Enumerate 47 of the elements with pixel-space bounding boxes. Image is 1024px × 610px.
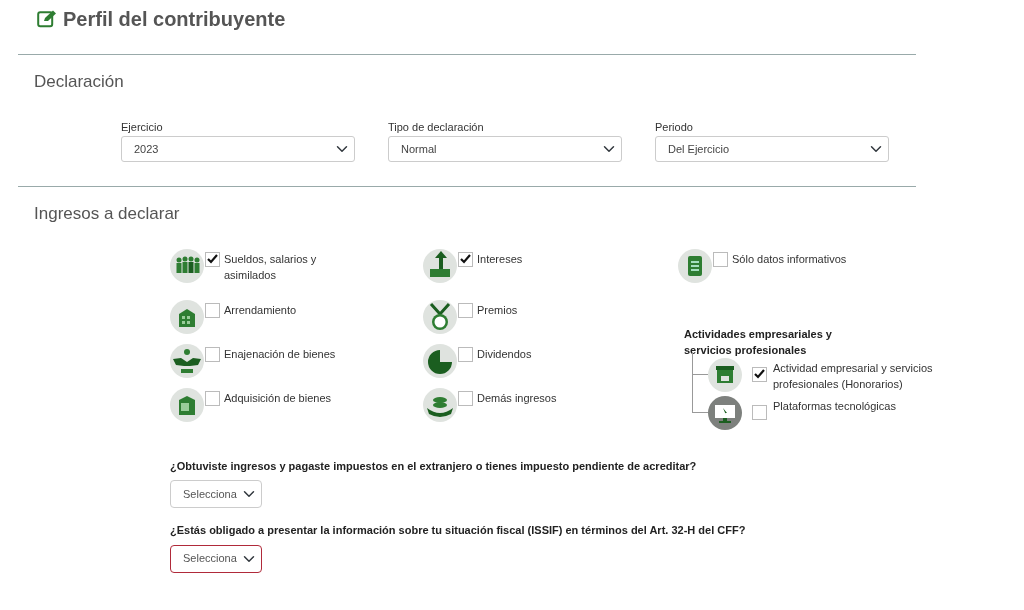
question-text: ¿Obtuviste ingresos y pagaste impuestos en el extranjero o tienes impuesto pendiente de acreditar?: [170, 458, 698, 474]
page-title: Perfil del contribuyente: [63, 7, 286, 32]
checkbox[interactable]: [205, 390, 220, 406]
group-heading: Actividades empresariales y servicios profesionales: [684, 326, 833, 358]
select-field[interactable]: Selecciona: [170, 544, 262, 573]
coins-icon: [423, 387, 457, 422]
people-icon: [170, 248, 204, 283]
checkbox-label: Actividad empresarial y servicios profesionales (Honorarios): [773, 360, 934, 392]
storefront-icon: [708, 357, 742, 392]
checkbox-label: Dividendos: [477, 346, 532, 362]
field-label: Tipo de declaración: [388, 119, 485, 135]
checkbox[interactable]: [205, 251, 220, 267]
checkbox[interactable]: [752, 404, 767, 420]
checkbox[interactable]: [205, 346, 220, 362]
section-heading: Declaración: [34, 71, 125, 93]
checkbox-label: Premios: [477, 302, 518, 318]
checkbox-label: Adquisición de bienes: [224, 390, 332, 406]
checkbox-label: Arrendamiento: [224, 302, 297, 318]
select-field[interactable]: Normal: [388, 136, 622, 162]
select-field[interactable]: Selecciona: [170, 480, 262, 508]
checkbox-label: Plataformas tecnológicas: [773, 398, 897, 414]
checkbox[interactable]: [458, 302, 473, 318]
section-heading: Ingresos a declarar: [34, 203, 181, 225]
medal-icon: [423, 299, 457, 334]
checkbox-label: Enajenación de bienes: [224, 346, 336, 362]
checkbox[interactable]: [713, 251, 728, 267]
checkbox[interactable]: [752, 366, 767, 382]
checkbox-label: Sólo datos informativos: [732, 251, 847, 267]
arrow-up-icon: [423, 248, 457, 283]
checkbox-label: Intereses: [477, 251, 523, 267]
pie-chart-icon: [423, 343, 457, 378]
checkbox[interactable]: [458, 346, 473, 362]
field-label: Ejercicio: [121, 119, 164, 135]
checkbox[interactable]: [205, 302, 220, 318]
checkbox-label: Sueldos, salarios y asimilados: [224, 251, 318, 283]
select-field[interactable]: Del Ejercicio: [655, 136, 889, 162]
checkbox-label: Demás ingresos: [477, 390, 557, 406]
field-label: Periodo: [655, 119, 694, 135]
question-text: ¿Estás obligado a presentar la información sobre tu situación fiscal (ISSIF) en términos del Art. 32-H del CFF?: [170, 523, 747, 539]
building-icon: [170, 299, 204, 334]
edit-icon: [37, 10, 57, 28]
checkbox[interactable]: [458, 251, 473, 267]
monitor-icon: [708, 395, 742, 430]
checkbox[interactable]: [458, 390, 473, 406]
document-icon: [678, 248, 712, 283]
select-field[interactable]: 2023: [121, 136, 355, 162]
building-icon: [170, 387, 204, 422]
